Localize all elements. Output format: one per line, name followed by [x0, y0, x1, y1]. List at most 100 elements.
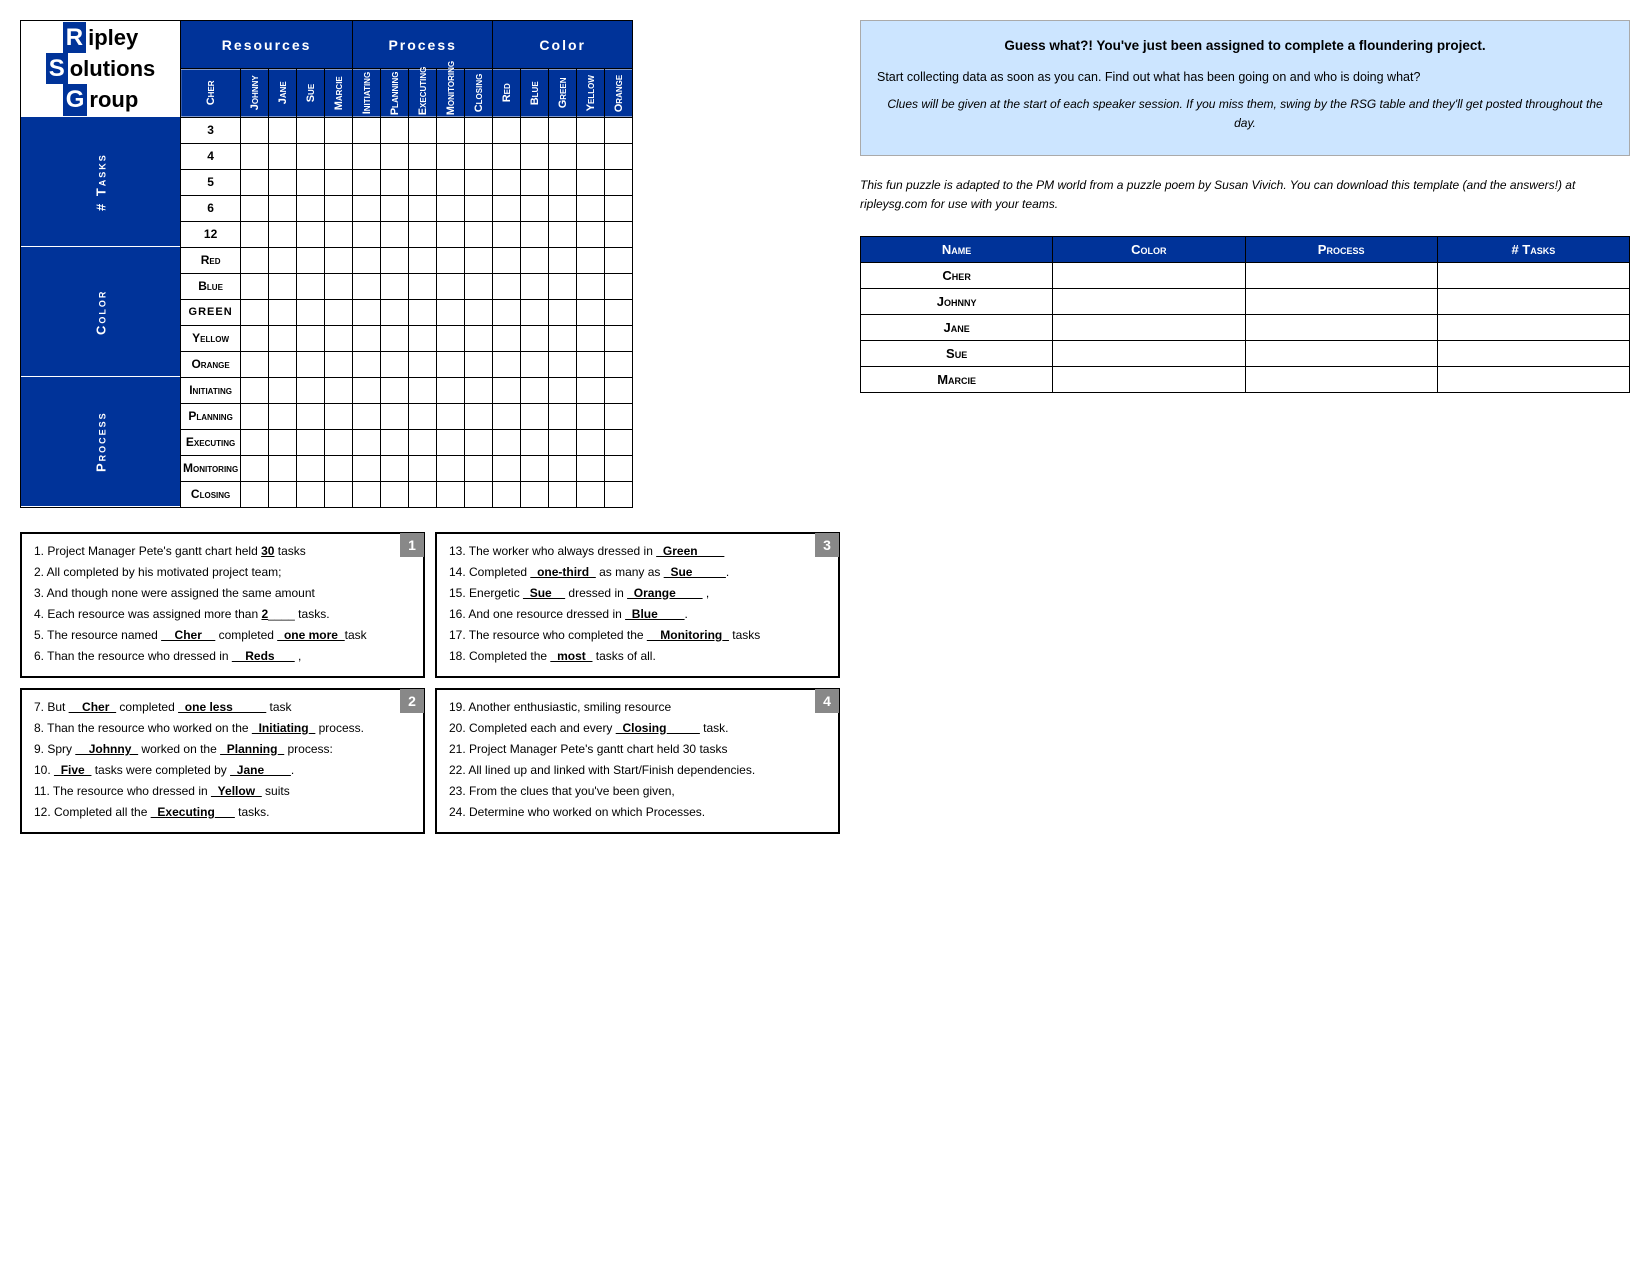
cell: [465, 247, 493, 273]
cell: [437, 169, 465, 195]
cell: [353, 247, 381, 273]
cell: [549, 299, 577, 325]
row-green: green: [181, 299, 241, 325]
cell: [521, 221, 549, 247]
cell: [493, 299, 521, 325]
cell: [381, 481, 409, 507]
row-blue: Blue: [181, 273, 241, 299]
summary-header-color: Color: [1053, 237, 1245, 263]
cell: [605, 403, 633, 429]
cell: [521, 143, 549, 169]
clue-4-6: 24. Determine who worked on which Proces…: [449, 803, 826, 821]
col-header-monitoring: Monitoring: [437, 69, 465, 117]
cell: [549, 351, 577, 377]
cell: [269, 273, 297, 299]
clue-4-5: 23. From the clues that you've been give…: [449, 782, 826, 800]
summary-row-jane: Jane: [861, 315, 1630, 341]
main-grid: Ripley Solutions Group Resources Process…: [20, 20, 633, 508]
clue-2-4: 10. _Five_ tasks were completed by _Jane…: [34, 761, 411, 779]
cell: [353, 299, 381, 325]
italic-info: This fun puzzle is adapted to the PM wor…: [860, 176, 1630, 214]
cell: [605, 221, 633, 247]
row-planning: Planning: [181, 403, 241, 429]
col-header-executing: Executing: [409, 69, 437, 117]
cell: [549, 403, 577, 429]
cell: [577, 377, 605, 403]
clue-4-3: 21. Project Manager Pete's gantt chart h…: [449, 740, 826, 758]
summary-color-johnny: [1053, 289, 1245, 315]
cell: [297, 481, 325, 507]
cell: [493, 143, 521, 169]
cell: [325, 143, 353, 169]
cell: [353, 117, 381, 143]
cell: [549, 429, 577, 455]
cell: [353, 403, 381, 429]
summary-row-cher: Cher: [861, 263, 1630, 289]
cell: [269, 403, 297, 429]
cell: [437, 377, 465, 403]
cell: [241, 169, 269, 195]
clue-2-5: 11. The resource who dressed in _Yellow_…: [34, 782, 411, 800]
cell: [493, 455, 521, 481]
row-red: Red: [181, 247, 241, 273]
cell: [325, 247, 353, 273]
cell: [549, 481, 577, 507]
cell: [353, 481, 381, 507]
cell: [325, 273, 353, 299]
cell: [409, 143, 437, 169]
cell: [605, 351, 633, 377]
cell: [493, 403, 521, 429]
cell: [493, 195, 521, 221]
clue-1-6: 6. Than the resource who dressed in __Re…: [34, 647, 411, 665]
cell: [269, 325, 297, 351]
cell: [297, 455, 325, 481]
cell: [493, 117, 521, 143]
cell: [437, 195, 465, 221]
cell: [269, 377, 297, 403]
cell: [465, 455, 493, 481]
cell: [241, 221, 269, 247]
cell: [465, 221, 493, 247]
cell: [353, 429, 381, 455]
summary-color-cher: [1053, 263, 1245, 289]
cell: [325, 325, 353, 351]
cell: [353, 195, 381, 221]
cell: [465, 481, 493, 507]
cell: [521, 169, 549, 195]
cell: [297, 143, 325, 169]
cell: [297, 351, 325, 377]
clue-1-5: 5. The resource named __Cher__ completed…: [34, 626, 411, 644]
cell: [297, 117, 325, 143]
cell: [269, 455, 297, 481]
cell: [325, 351, 353, 377]
cell: [297, 221, 325, 247]
summary-name-cher: Cher: [861, 263, 1053, 289]
summary-process-cher: [1245, 263, 1437, 289]
row-orange: Orange: [181, 351, 241, 377]
cell: [269, 117, 297, 143]
cell: [241, 403, 269, 429]
cell: [437, 247, 465, 273]
summary-name-johnny: Johnny: [861, 289, 1053, 315]
cell: [269, 247, 297, 273]
row-3: 3: [181, 117, 241, 143]
cell: [577, 299, 605, 325]
row-yellow: Yellow: [181, 325, 241, 351]
clue-3-3: 15. Energetic _Sue__ dressed in _Orange_…: [449, 584, 826, 602]
process-header: Process: [353, 21, 493, 69]
cell: [269, 429, 297, 455]
cell: [577, 195, 605, 221]
cell: [465, 377, 493, 403]
col-header-green: Green: [549, 69, 577, 117]
cell: [577, 403, 605, 429]
col-header-johnny: Johnny: [241, 69, 269, 117]
col-header-jane: Jane: [269, 69, 297, 117]
cell: [549, 143, 577, 169]
cell: [241, 377, 269, 403]
cell: [409, 351, 437, 377]
cell: [605, 325, 633, 351]
cell: [297, 195, 325, 221]
cell: [241, 429, 269, 455]
cell: [409, 221, 437, 247]
summary-process-johnny: [1245, 289, 1437, 315]
